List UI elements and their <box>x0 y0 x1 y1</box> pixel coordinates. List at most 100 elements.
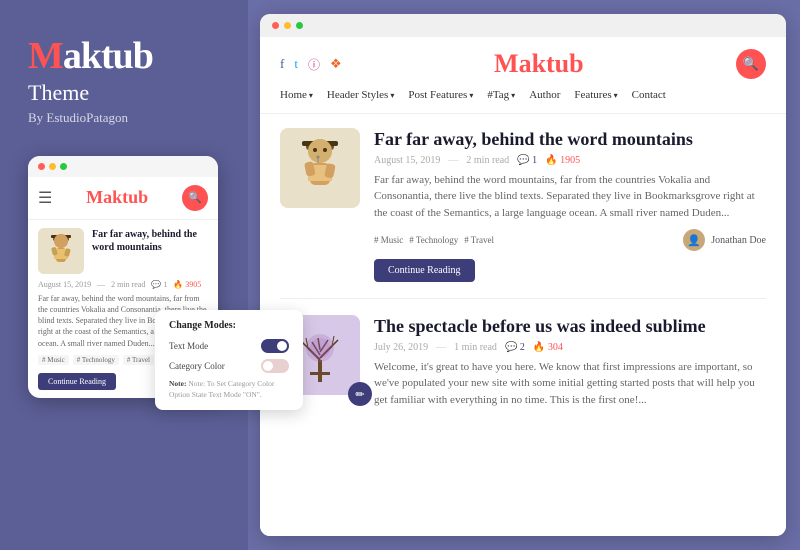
sep-1: — <box>448 155 458 166</box>
post-body-1: Far far away, behind the word mountains … <box>374 128 766 282</box>
social-icons: f t ⓘ ❖ <box>280 56 342 73</box>
blog-logo: Maktub <box>494 49 584 79</box>
mobile-post-text: Far far away, behind the word mountains <box>92 228 208 254</box>
browser-dot-green <box>296 22 303 29</box>
mobile-tag-music: # Music <box>38 355 69 365</box>
blog-nav: Home ▾ Header Styles ▾ Post Features ▾ #… <box>280 89 766 101</box>
browser-window: f t ⓘ ❖ Maktub 🔍 Home ▾ Header Styles ▾ … <box>260 14 786 536</box>
nav-header-styles[interactable]: Header Styles ▾ <box>327 89 394 101</box>
dot-yellow <box>49 163 56 170</box>
mobile-header: ☰ Maktub 🔍 <box>28 177 218 220</box>
rss-icon[interactable]: ❖ <box>330 56 342 72</box>
post-excerpt-1: Far far away, behind the word mountains,… <box>374 172 766 222</box>
post-chevron: ▾ <box>469 91 473 100</box>
blog-header-top: f t ⓘ ❖ Maktub 🔍 <box>280 49 766 79</box>
popup-category-color-label: Category Color <box>169 361 225 371</box>
category-color-toggle[interactable] <box>261 359 289 373</box>
mobile-read-time: 2 min read <box>111 280 145 289</box>
mobile-top-bar <box>28 156 218 177</box>
nav-author[interactable]: Author <box>529 89 560 101</box>
post-likes-2: 🔥 304 <box>533 342 563 353</box>
post-tag-tech-1: # Technology <box>409 235 458 245</box>
popup-row-category-color: Category Color <box>169 359 289 373</box>
features-chevron: ▾ <box>614 91 618 100</box>
instagram-icon[interactable]: ⓘ <box>308 56 320 73</box>
browser-dot-yellow <box>284 22 291 29</box>
left-panel: Maktub Theme By EstudioPatagon ☰ Maktub … <box>0 0 248 550</box>
post-meta-2: July 26, 2019 — 1 min read 💬 2 🔥 304 <box>374 342 766 353</box>
nav-tag[interactable]: #Tag ▾ <box>487 89 515 101</box>
tag-chevron: ▾ <box>511 91 515 100</box>
post-title-2: The spectacle before us was indeed subli… <box>374 315 766 338</box>
post-illustration-1 <box>290 133 350 203</box>
post-date-1: August 15, 2019 <box>374 155 440 166</box>
text-mode-toggle[interactable] <box>261 339 289 353</box>
browser-top-bar <box>260 14 786 37</box>
nav-post-features[interactable]: Post Features ▾ <box>408 89 473 101</box>
post-likes-1: 🔥 1905 <box>545 155 580 166</box>
post-comments-2: 💬 2 <box>505 342 525 353</box>
mobile-likes: 🔥 3905 <box>173 280 201 289</box>
mobile-logo-rest: aktub <box>103 187 148 207</box>
mobile-continue-button[interactable]: Continue Reading <box>38 373 116 390</box>
brand-by: By EstudioPatagon <box>28 110 220 126</box>
mobile-post-card: Far far away, behind the word mountains <box>38 228 208 274</box>
post-title-1: Far far away, behind the word mountains <box>374 128 766 151</box>
post-read-time-1: 2 min read <box>466 155 509 166</box>
right-panel: f t ⓘ ❖ Maktub 🔍 Home ▾ Header Styles ▾ … <box>248 0 800 550</box>
toggle-knob <box>277 341 287 351</box>
post-thumb-1 <box>280 128 360 208</box>
mobile-tag-travel: # Travel <box>123 355 154 365</box>
nav-home[interactable]: Home ▾ <box>280 89 313 101</box>
mobile-logo-m: M <box>86 187 103 207</box>
brand-block: Maktub Theme By EstudioPatagon <box>28 36 220 126</box>
popup-text-mode-label: Text Mode <box>169 341 208 351</box>
mobile-post-date: August 15, 2019 <box>38 280 91 289</box>
author-name-1: Jonathan Doe <box>711 235 766 246</box>
post-meta-1: August 15, 2019 — 2 min read 💬 1 🔥 1905 <box>374 155 766 166</box>
toggle-knob-2 <box>263 361 273 371</box>
post-excerpt-2: Welcome, it's great to have you here. We… <box>374 359 766 409</box>
mobile-search-button[interactable]: 🔍 <box>182 185 208 211</box>
post-date-2: July 26, 2019 <box>374 342 428 353</box>
post-tag-travel-1: # Travel <box>464 235 494 245</box>
mobile-post-meta: August 15, 2019 — 2 min read 💬 1 🔥 3905 <box>38 280 208 289</box>
brand-subtitle: Theme <box>28 80 220 106</box>
nav-contact[interactable]: Contact <box>632 89 666 101</box>
facebook-icon[interactable]: f <box>280 56 284 72</box>
brand-m: M <box>28 35 63 77</box>
popup-change-modes: Change Modes: Text Mode Category Color N… <box>155 310 303 410</box>
blog-search-button[interactable]: 🔍 <box>736 49 766 79</box>
sep-2: — <box>436 342 446 353</box>
dot-red <box>38 163 45 170</box>
mobile-tag-technology: # Technology <box>73 355 119 365</box>
home-chevron: ▾ <box>309 91 313 100</box>
post-read-time-2: 1 min read <box>454 342 497 353</box>
post-body-2: The spectacle before us was indeed subli… <box>374 315 766 416</box>
nav-features[interactable]: Features ▾ <box>574 89 617 101</box>
sep1: — <box>97 280 105 289</box>
header-chevron: ▾ <box>390 91 394 100</box>
pencil-icon[interactable]: ✏ <box>348 382 372 406</box>
blog-header: f t ⓘ ❖ Maktub 🔍 Home ▾ Header Styles ▾ … <box>260 37 786 114</box>
post-tags-1: # Music # Technology # Travel <box>374 235 494 245</box>
blog-logo-m: M <box>494 49 519 78</box>
post-tag-music-1: # Music <box>374 235 403 245</box>
brand-title: Maktub <box>28 36 220 78</box>
browser-dot-red <box>272 22 279 29</box>
author-info-1: 👤 Jonathan Doe <box>683 229 766 251</box>
post-card-2: The spectacle before us was indeed subli… <box>280 315 766 432</box>
mobile-post-thumb <box>38 228 84 274</box>
mobile-comments: 💬 1 <box>151 280 167 289</box>
continue-button-1[interactable]: Continue Reading <box>374 259 475 282</box>
browser-content: f t ⓘ ❖ Maktub 🔍 Home ▾ Header Styles ▾ … <box>260 37 786 536</box>
detective-illustration <box>43 231 79 271</box>
post-comments-1: 💬 1 <box>517 155 537 166</box>
popup-title: Change Modes: <box>169 320 289 331</box>
post-card-1: Far far away, behind the word mountains … <box>280 128 766 299</box>
mobile-logo: Maktub <box>86 187 148 208</box>
twitter-icon[interactable]: t <box>294 56 298 72</box>
author-avatar-1: 👤 <box>683 229 705 251</box>
hamburger-icon[interactable]: ☰ <box>38 188 52 208</box>
popup-note: Note: Note: To Set Category Color Option… <box>169 379 289 400</box>
